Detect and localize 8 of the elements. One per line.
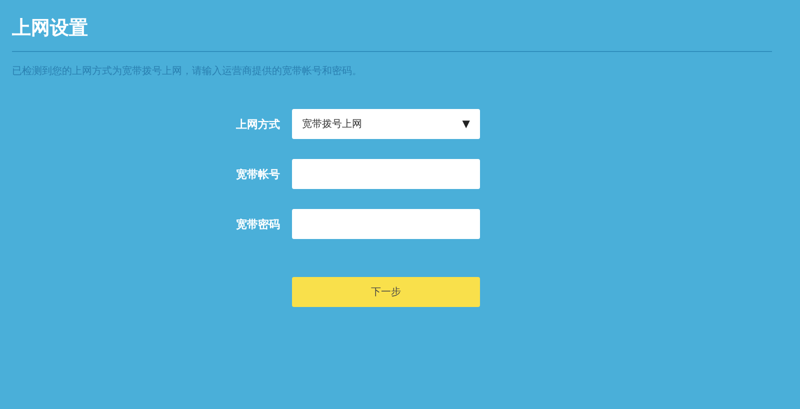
page-title: 上网设置 <box>12 16 89 40</box>
next-button[interactable]: 下一步 <box>292 277 480 307</box>
account-input-field[interactable] <box>292 159 480 189</box>
field-label: 上网方式 <box>235 116 280 132</box>
password-input-field[interactable] <box>292 209 480 239</box>
connection-type-dropdown[interactable]: 宽带拨号上网 ▼ <box>292 109 480 139</box>
field-label: 宽带密码 <box>235 216 280 232</box>
field-label: 宽带帐号 <box>235 166 280 182</box>
